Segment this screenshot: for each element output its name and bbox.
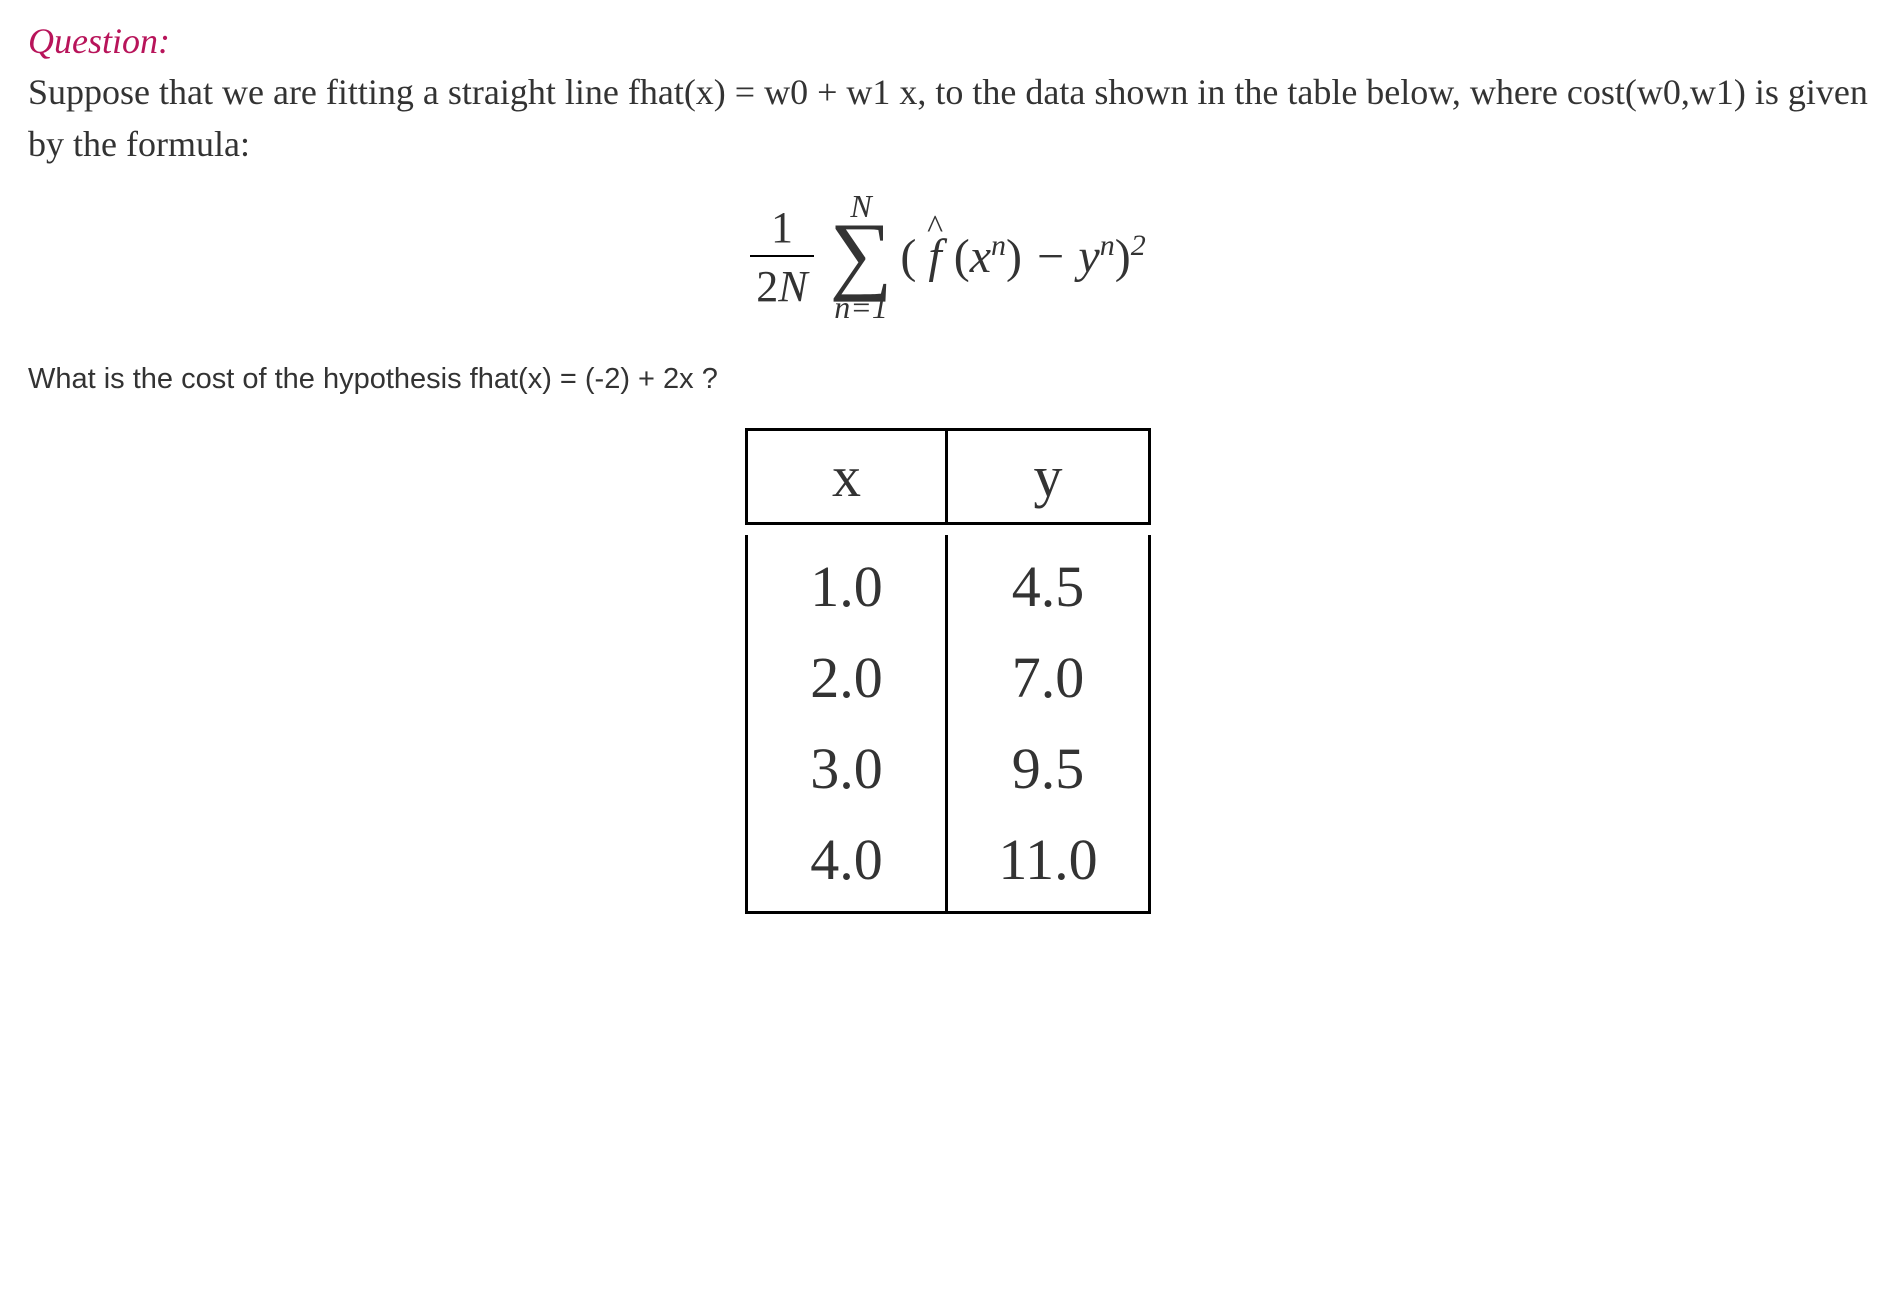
question-label: Question: — [28, 20, 1868, 62]
expression: ( ^ f (xn) − yn)2 — [900, 229, 1145, 284]
x-var: x — [970, 230, 991, 283]
data-table-container: x y 1.0 4.5 2.0 7.0 3.0 9.5 4.0 11.0 — [28, 428, 1868, 914]
header-x: x — [748, 431, 948, 522]
cost-formula: 1 2N N ∑ n=1 ( ^ f (xn) − yn)2 — [28, 190, 1868, 323]
table-row: 1.0 4.5 — [748, 535, 1148, 626]
table-row: 4.0 11.0 — [748, 808, 1148, 911]
table-row: 3.0 9.5 — [748, 717, 1148, 808]
fhat-symbol: ^ f — [928, 229, 941, 284]
cell-y: 9.5 — [948, 717, 1148, 808]
data-table: x y 1.0 4.5 2.0 7.0 3.0 9.5 4.0 11.0 — [745, 428, 1151, 914]
den-2: 2 — [756, 262, 778, 311]
sub-question: What is the cost of the hypothesis fhat(… — [28, 363, 1868, 396]
cell-x: 1.0 — [748, 535, 948, 626]
cell-x: 2.0 — [748, 626, 948, 717]
table-header: x y — [745, 428, 1151, 525]
table-body: 1.0 4.5 2.0 7.0 3.0 9.5 4.0 11.0 — [745, 535, 1151, 914]
header-y: y — [948, 431, 1148, 522]
cell-y: 4.5 — [948, 535, 1148, 626]
cell-x: 3.0 — [748, 717, 948, 808]
hat-icon: ^ — [927, 209, 943, 247]
sigma-icon: ∑ — [830, 218, 893, 293]
denominator: 2N — [750, 255, 813, 312]
cell-x: 4.0 — [748, 808, 948, 911]
x-sup: n — [991, 229, 1006, 262]
den-N: N — [778, 262, 807, 311]
sum-lower: n=1 — [834, 291, 888, 323]
minus: − — [1034, 230, 1078, 283]
fraction: 1 2N — [750, 202, 813, 312]
summation: N ∑ n=1 — [830, 190, 893, 323]
y-var: y — [1078, 230, 1099, 283]
y-sup: n — [1100, 229, 1115, 262]
cell-y: 7.0 — [948, 626, 1148, 717]
numerator: 1 — [765, 202, 799, 255]
table-row: 2.0 7.0 — [748, 626, 1148, 717]
cell-y: 11.0 — [948, 808, 1148, 911]
question-text: Suppose that we are fitting a straight l… — [28, 66, 1868, 170]
squared: 2 — [1131, 229, 1146, 262]
